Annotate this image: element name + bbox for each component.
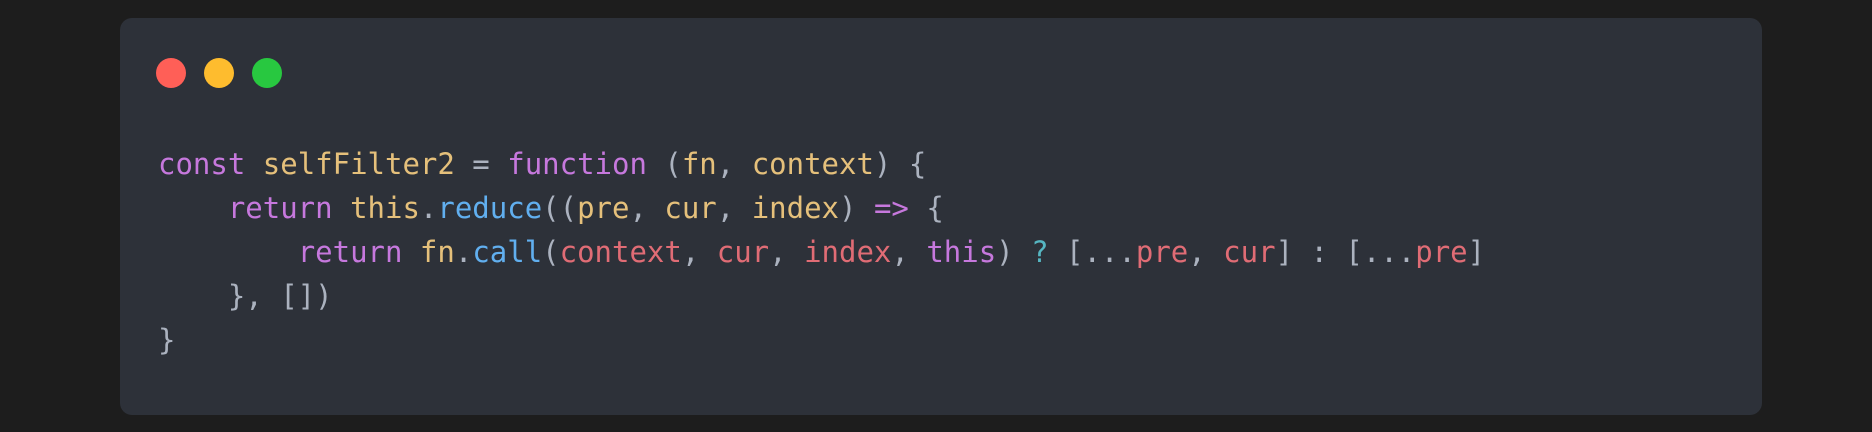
code-token-punct: ...	[1362, 235, 1416, 269]
code-token-function: pre	[577, 191, 630, 225]
zoom-dot-icon[interactable]	[252, 58, 282, 88]
code-token-variable: cur	[716, 235, 770, 269]
code-token-variable: index	[804, 235, 892, 269]
code-line: }	[158, 318, 1485, 362]
code-line: return this.reduce((pre, cur, index) => …	[158, 186, 1485, 230]
code-token-punct: ]	[1467, 235, 1486, 269]
code-token-keyword: function	[507, 147, 647, 181]
code-token-punct: =	[454, 147, 508, 181]
code-token-variable: context	[559, 235, 682, 269]
code-token-punct: )	[996, 235, 1032, 269]
code-token-punct: ,	[716, 147, 752, 181]
code-token-function: selfFilter2	[262, 147, 455, 181]
code-token-punct: ((	[542, 191, 578, 225]
code-token-punct	[158, 191, 228, 225]
code-token-method: call	[472, 235, 543, 269]
code-token-punct: {	[908, 191, 944, 225]
code-token-punct: ) {	[873, 147, 927, 181]
code-token-punct	[245, 147, 262, 181]
code-token-keyword: =>	[873, 191, 909, 225]
code-token-punct: ,	[716, 191, 752, 225]
code-token-punct: ...	[1083, 235, 1136, 269]
code-token-function: context	[751, 147, 874, 181]
code-window: const selfFilter2 = function (fn, contex…	[120, 18, 1762, 415]
code-token-method: reduce	[437, 191, 543, 225]
code-token-keyword: return	[297, 235, 403, 269]
code-token-keyword: return	[227, 191, 333, 225]
code-token-punct: (	[646, 147, 682, 181]
code-token-keyword: this	[926, 235, 997, 269]
close-dot-icon[interactable]	[156, 58, 186, 88]
code-token-punct: }, [])	[158, 279, 333, 313]
code-token-punct: ,	[769, 235, 805, 269]
window-controls	[156, 58, 282, 88]
code-token-punct: ] : [	[1275, 235, 1363, 269]
code-token-variable: pre	[1135, 235, 1189, 269]
code-token-function: fn	[419, 235, 455, 269]
code-token-punct	[158, 235, 298, 269]
code-token-function: fn	[681, 147, 717, 181]
code-block: const selfFilter2 = function (fn, contex…	[158, 142, 1485, 362]
code-token-punct: [	[1048, 235, 1084, 269]
code-line: return fn.call(context, cur, index, this…	[158, 230, 1485, 274]
code-token-punct: .	[419, 191, 438, 225]
code-token-function: this	[350, 191, 420, 225]
code-token-punct	[402, 235, 419, 269]
code-line: }, [])	[158, 274, 1485, 318]
code-token-variable: cur	[1223, 235, 1276, 269]
code-token-punct: ,	[1188, 235, 1224, 269]
code-token-punct	[333, 191, 350, 225]
code-token-punct: .	[454, 235, 473, 269]
code-token-keyword: const	[158, 147, 246, 181]
code-line: const selfFilter2 = function (fn, contex…	[158, 142, 1485, 186]
code-token-punct: (	[542, 235, 560, 269]
code-token-punct: ,	[681, 235, 717, 269]
code-token-punct: }	[158, 323, 176, 357]
code-token-operator: ?	[1031, 235, 1049, 269]
code-token-variable: pre	[1415, 235, 1468, 269]
code-token-punct: )	[839, 191, 874, 225]
minimize-dot-icon[interactable]	[204, 58, 234, 88]
code-token-function: cur	[664, 191, 717, 225]
code-token-punct: ,	[629, 191, 665, 225]
code-token-function: index	[751, 191, 840, 225]
code-token-punct: ,	[891, 235, 927, 269]
